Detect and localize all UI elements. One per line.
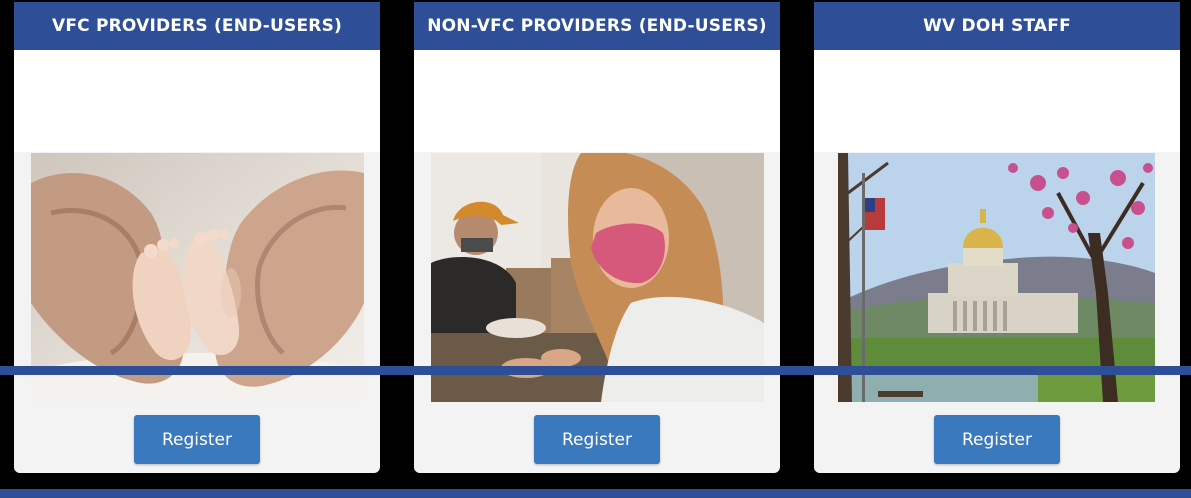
card-blank-area — [814, 50, 1180, 152]
bottom-divider-line — [0, 489, 1191, 498]
horizontal-divider-line — [0, 366, 1191, 375]
register-button[interactable]: Register — [934, 415, 1060, 464]
masked-woman-photo — [431, 153, 764, 402]
non-vfc-providers-card: NON-VFC PROVIDERS (END-USERS) Register — [414, 2, 780, 473]
register-button[interactable]: Register — [534, 415, 660, 464]
card-title: NON-VFC PROVIDERS (END-USERS) — [414, 2, 780, 50]
baby-feet-photo — [31, 153, 364, 402]
capitol-building-photo — [838, 153, 1155, 402]
vfc-providers-card: VFC PROVIDERS (END-USERS) Register — [14, 2, 380, 473]
baby-feet-image — [31, 153, 364, 402]
card-title: VFC PROVIDERS (END-USERS) — [14, 2, 380, 50]
register-button[interactable]: Register — [134, 415, 260, 464]
card-blank-area — [414, 50, 780, 152]
capitol-building-image — [838, 153, 1155, 402]
card-blank-area — [14, 50, 380, 152]
masked-woman-image — [431, 153, 764, 402]
wv-doh-staff-card: WV DOH STAFF Register — [814, 2, 1180, 473]
card-title: WV DOH STAFF — [814, 2, 1180, 50]
